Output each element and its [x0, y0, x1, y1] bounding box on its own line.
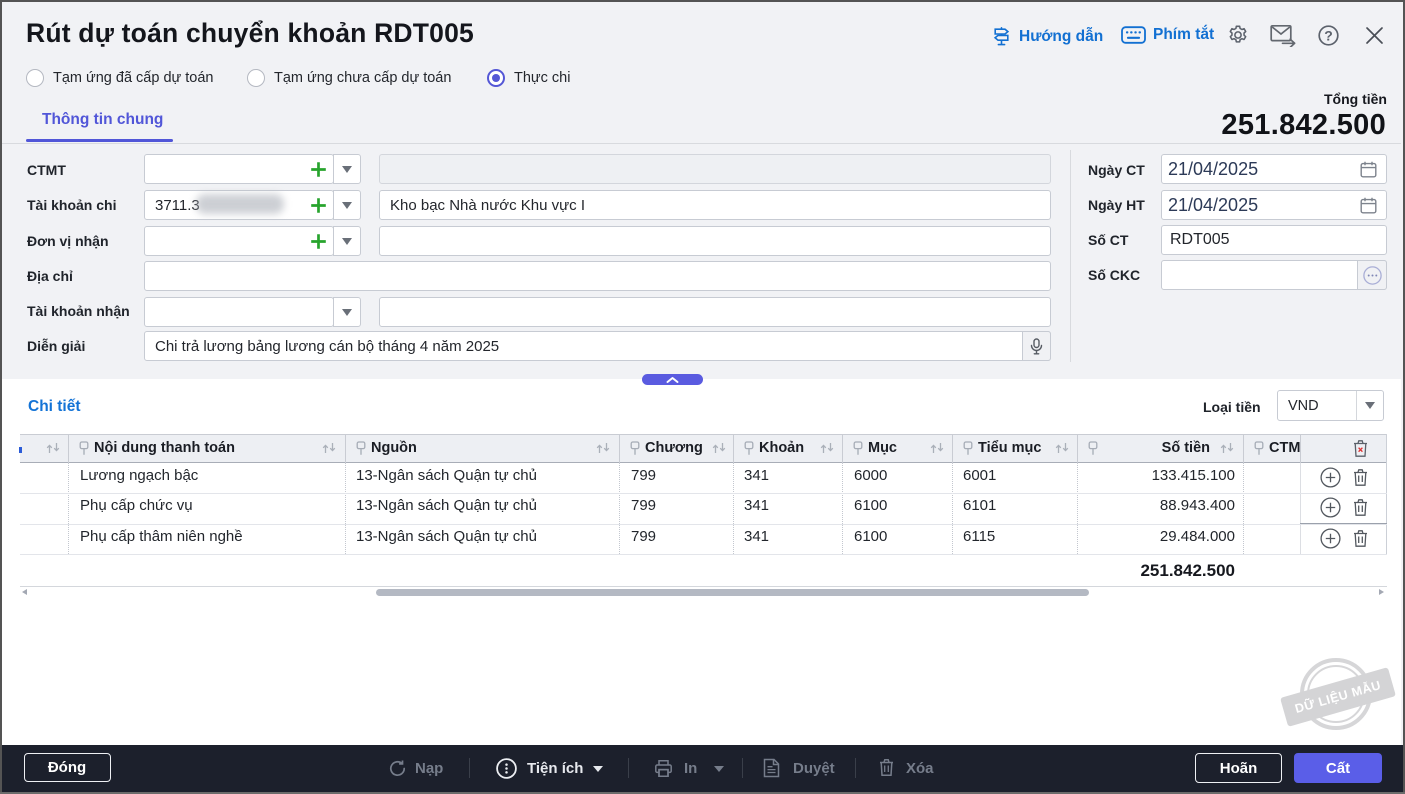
svg-text:?: ?: [1324, 28, 1333, 44]
